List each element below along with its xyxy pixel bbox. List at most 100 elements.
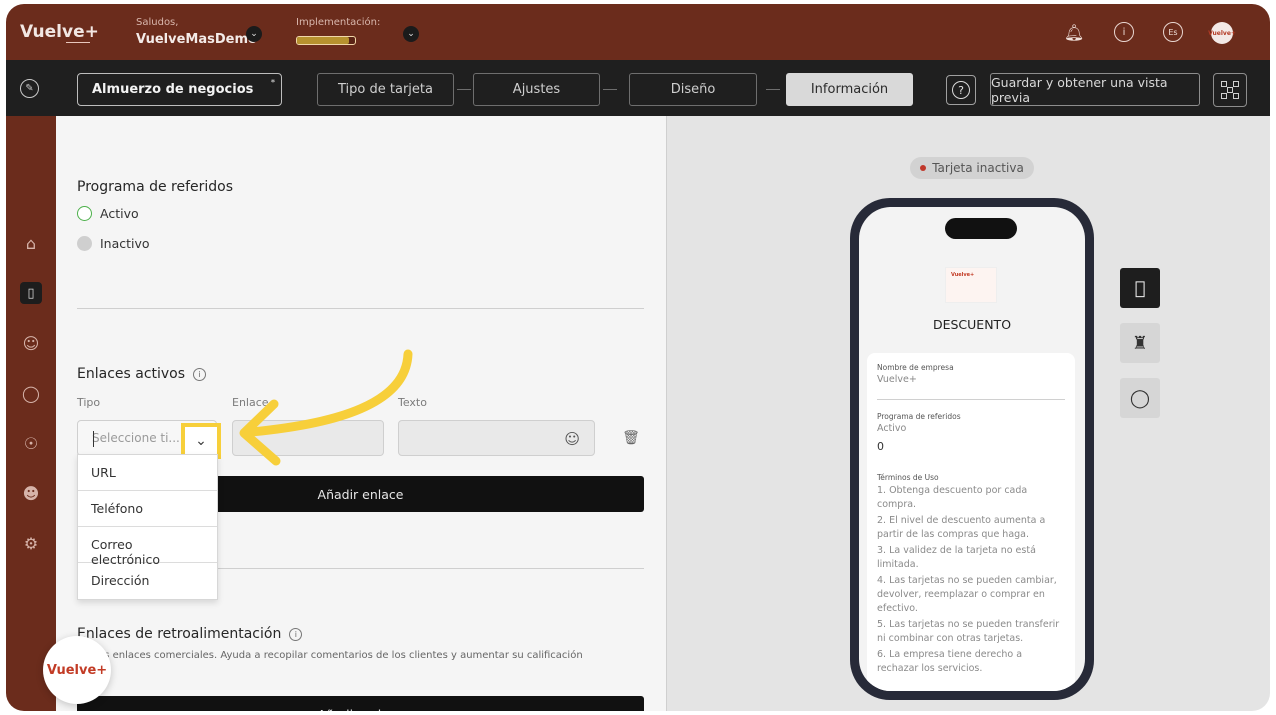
users-icon[interactable]: ☺ (20, 332, 42, 354)
card-name-field[interactable]: Almuerzo de negocios * (77, 73, 282, 106)
card-thumbnail-logo: Vuelve+ (951, 272, 975, 278)
company-label: Nombre de empresa (877, 363, 954, 372)
dropdown-option-direccion[interactable]: Dirección (78, 563, 217, 599)
help-icon: ? (952, 81, 970, 99)
phone-screen: Vuelve+ DESCUENTO Nombre de empresa Vuel… (859, 207, 1085, 691)
radio-label: Inactivo (100, 236, 150, 251)
links-title-text: Enlaces activos (77, 366, 186, 382)
tab-diseno[interactable]: Diseño (629, 73, 757, 106)
location-icon[interactable]: ☉ (20, 432, 42, 454)
home-icon[interactable]: ⌂ (20, 232, 42, 254)
card-details: Nombre de empresa Vuelve+ Programa de re… (867, 353, 1075, 691)
avatar[interactable]: Vuelve+ (1208, 22, 1236, 44)
company-value: Vuelve+ (877, 374, 917, 385)
card-thumbnail: Vuelve+ (945, 267, 997, 303)
feedback-title-text: Enlaces de retroalimentación (77, 626, 282, 642)
brand-underline (66, 42, 90, 43)
info-icon[interactable]: i (289, 627, 303, 641)
tipo-dropdown: URL Teléfono Correo electrónico Direcció… (77, 454, 218, 600)
emoji-icon[interactable]: ☺ (564, 430, 580, 448)
greeting-label: Saludos, (136, 17, 179, 28)
android-icon[interactable]: ♜ (1120, 323, 1160, 363)
qr-button[interactable] (1213, 73, 1247, 107)
enlace-input[interactable] (232, 420, 384, 456)
help-button[interactable]: ? (946, 75, 976, 105)
sidebar: ⌂ ▯ ☺ ◯ ☉ ☻ ⚙ (6, 116, 56, 711)
terms-item: 4. Las tarjetas no se pueden cambiar, de… (877, 575, 1057, 614)
edit-icon[interactable]: ✎ (20, 79, 39, 98)
dropdown-option-url[interactable]: URL (78, 455, 217, 491)
links-title: Enlaces activos i (77, 366, 207, 382)
account-chevron-down-icon[interactable]: ⌄ (246, 26, 262, 42)
column-tipo: Tipo (77, 396, 101, 409)
app-window: Vuelve+ Saludos, VuelveMasDemo ⌄ Impleme… (6, 4, 1270, 711)
radio-activo[interactable]: Activo (77, 206, 139, 221)
brand-logo[interactable]: Vuelve+ (20, 22, 99, 42)
info-icon[interactable]: i (193, 367, 207, 381)
referral-title: Programa de referidos (77, 179, 234, 195)
column-enlace: Enlace (232, 396, 269, 409)
step-connector (766, 89, 780, 90)
trash-icon[interactable]: 🗑︎ (622, 429, 640, 447)
terms-item: 1. Obtenga descuento por cada compra. (877, 485, 1028, 510)
tipo-placeholder: Seleccione ti... (92, 431, 180, 445)
card-name-required-marker: * (270, 78, 275, 87)
phone-mockup: Vuelve+ DESCUENTO Nombre de empresa Vuel… (850, 198, 1094, 700)
user-icon[interactable]: ☻ (20, 482, 42, 504)
section-divider (77, 308, 644, 309)
radio-on-icon (77, 206, 92, 221)
feedback-description: ue sus enlaces comerciales. Ayuda a reco… (77, 650, 583, 661)
phone-notch (945, 218, 1017, 239)
card-preview-panel: Tarjeta inactiva Vuelve+ DESCUENTO Nombr… (666, 116, 1270, 711)
column-texto: Texto (398, 396, 427, 409)
texto-input[interactable]: ☺ (398, 420, 595, 456)
account-name[interactable]: VuelveMasDemo (136, 32, 257, 47)
bell-icon[interactable]: 🔔︎ (1064, 22, 1084, 42)
save-preview-button[interactable]: Guardar y obtener una vista previa (990, 73, 1200, 106)
radio-off-icon (77, 236, 92, 251)
status-dot-icon (920, 165, 927, 171)
info-icon[interactable]: i (1114, 22, 1134, 42)
terms-item: 2. El nivel de descuento aumenta a parti… (877, 515, 1046, 540)
implementation-label: Implementación: (296, 17, 381, 28)
card-name-text: Almuerzo de negocios (92, 82, 254, 97)
language-badge[interactable]: Es (1163, 22, 1183, 42)
status-text: Tarjeta inactiva (932, 161, 1024, 175)
apple-icon[interactable]:  (1120, 268, 1160, 308)
details-divider (877, 399, 1065, 400)
terms-item: 6. La empresa tiene derecho a rechazar l… (877, 649, 1023, 674)
qr-code-icon (1221, 81, 1239, 99)
add-feedback-link-button[interactable]: Añadir enlace (77, 696, 644, 711)
status-badge: Tarjeta inactiva (910, 157, 1034, 179)
feedback-title: Enlaces de retroalimentación i (77, 626, 303, 642)
card-type: DESCUENTO (932, 317, 1012, 332)
referral-label: Programa de referidos (877, 412, 961, 421)
dropdown-option-telefono[interactable]: Teléfono (78, 491, 217, 527)
implementation-chevron-down-icon[interactable]: ⌄ (403, 26, 419, 42)
radio-label: Activo (100, 206, 139, 221)
text-caret (93, 431, 94, 447)
step-connector (603, 89, 617, 90)
step-connector (457, 89, 471, 90)
settings-icon[interactable]: ⚙ (20, 532, 42, 554)
info-form: Programa de referidos Activo Inactivo En… (56, 116, 666, 711)
radio-inactivo[interactable]: Inactivo (77, 236, 150, 251)
chat-icon[interactable]: ◯ (20, 382, 42, 404)
terms-label: Términos de Uso (877, 473, 939, 482)
implementation-progress (296, 36, 356, 45)
dropdown-option-correo[interactable]: Correo electrónico (78, 527, 217, 567)
implementation-progress-fill (297, 37, 350, 44)
floating-brand-button[interactable]: Vuelve+ (43, 636, 111, 704)
floating-brand-text: Vuelve+ (46, 662, 108, 678)
top-bar: Vuelve+ Saludos, VuelveMasDemo ⌄ Impleme… (6, 4, 1270, 60)
tab-tipo-de-tarjeta[interactable]: Tipo de tarjeta (317, 73, 454, 106)
message-icon[interactable]: ◯ (1120, 378, 1160, 418)
referral-count: 0 (877, 440, 884, 453)
step-navbar: ✎ Almuerzo de negocios * Tipo de tarjeta… (6, 60, 1270, 116)
card-icon[interactable]: ▯ (20, 282, 42, 304)
terms-item: 3. La validez de la tarjeta no está limi… (877, 545, 1036, 570)
tab-ajustes[interactable]: Ajustes (473, 73, 600, 106)
referral-value: Activo (877, 423, 907, 434)
terms-item: 5. Las tarjetas no se pueden transferir … (877, 619, 1060, 644)
tab-informacion[interactable]: Información (786, 73, 913, 106)
